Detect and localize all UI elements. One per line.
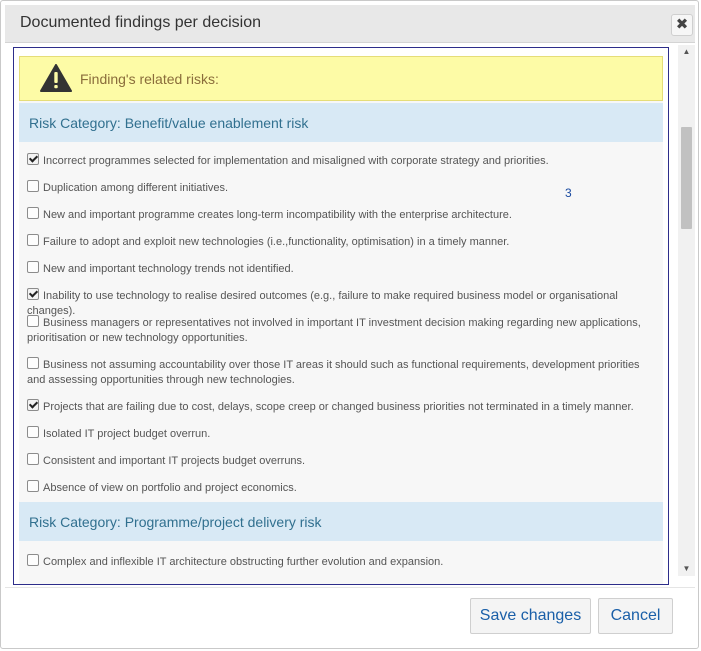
scroll-down-arrow-icon[interactable]: ▼	[678, 562, 695, 576]
checkbox[interactable]	[27, 180, 39, 192]
checkbox[interactable]	[27, 153, 39, 165]
risk-item[interactable]: New and important programme creates long…	[27, 207, 647, 223]
footer-divider	[5, 587, 695, 588]
risk-category-header: Risk Category: Programme/project deliver…	[19, 502, 663, 541]
checkbox[interactable]	[27, 357, 39, 369]
risk-item[interactable]: Absence of view on portfolio and project…	[27, 480, 647, 496]
risk-item-label: New and important programme creates long…	[43, 209, 512, 221]
cancel-button[interactable]: Cancel	[598, 598, 673, 634]
risk-category-header: Risk Category: Benefit/value enablement …	[19, 103, 663, 142]
modal-body: Finding's related risks: Risk Category: …	[13, 47, 669, 585]
risk-item-label: Absence of view on portfolio and project…	[43, 482, 297, 494]
risk-item[interactable]: Failure to adopt and exploit new technol…	[27, 234, 647, 250]
checkbox[interactable]	[27, 426, 39, 438]
save-changes-button[interactable]: Save changes	[470, 598, 591, 634]
checkbox[interactable]	[27, 399, 39, 411]
close-icon[interactable]: ✖	[671, 14, 693, 36]
warning-text: Finding's related risks:	[80, 71, 219, 87]
risk-item-label: Consistent and important IT projects bud…	[43, 455, 306, 467]
risk-item-label: Business not assuming accountability ove…	[27, 359, 640, 386]
scroll-up-arrow-icon[interactable]: ▲	[678, 45, 695, 59]
risk-item[interactable]: Business not assuming accountability ove…	[27, 357, 647, 388]
risk-item-label: Isolated IT project budget overrun.	[43, 428, 211, 440]
risk-item-label: Incorrect programmes selected for implem…	[43, 155, 549, 167]
risk-item[interactable]: Incorrect programmes selected for implem…	[27, 153, 647, 169]
risk-item-label: Failure to adopt and exploit new technol…	[43, 236, 510, 248]
checkbox[interactable]	[27, 234, 39, 246]
modal-header: Documented findings per decision ✖	[5, 5, 695, 43]
risk-item[interactable]: Complex and inflexible IT architecture o…	[27, 554, 647, 570]
risk-item[interactable]: New and important technology trends not …	[27, 261, 647, 277]
checkbox[interactable]	[27, 288, 39, 300]
risk-item-label: Inability to use technology to realise d…	[27, 290, 618, 317]
checkbox[interactable]	[27, 315, 39, 327]
modal-dialog: Documented findings per decision ✖ Findi…	[0, 0, 699, 649]
checkbox[interactable]	[27, 453, 39, 465]
risk-list: Finding's related risks: Risk Category: …	[19, 56, 663, 584]
risk-item[interactable]: Business managers or representatives not…	[27, 315, 647, 346]
risk-item-label: Projects that are failing due to cost, d…	[43, 401, 634, 413]
risk-item[interactable]: Projects that are failing due to cost, d…	[27, 399, 647, 415]
risk-item[interactable]: Consistent and important IT projects bud…	[27, 453, 647, 469]
vertical-scrollbar[interactable]: ▲ ▼	[678, 45, 695, 576]
risk-item-label: Business managers or representatives not…	[27, 317, 641, 344]
scrollbar-thumb[interactable]	[681, 127, 692, 229]
warning-triangle-icon	[40, 64, 72, 92]
checkbox[interactable]	[27, 554, 39, 566]
risk-item[interactable]: Isolated IT project budget overrun.	[27, 426, 647, 442]
risk-item-label: New and important technology trends not …	[43, 263, 294, 275]
checkbox[interactable]	[27, 207, 39, 219]
modal-title: Documented findings per decision	[20, 14, 262, 31]
annotation-number: 3	[565, 186, 572, 200]
risk-item-label: Duplication among different initiatives.	[43, 182, 229, 194]
risk-item-label: Complex and inflexible IT architecture o…	[43, 556, 444, 568]
warning-banner: Finding's related risks:	[19, 56, 663, 101]
risk-item[interactable]: Duplication among different initiatives.	[27, 180, 647, 196]
checkbox[interactable]	[27, 261, 39, 273]
checkbox[interactable]	[27, 480, 39, 492]
